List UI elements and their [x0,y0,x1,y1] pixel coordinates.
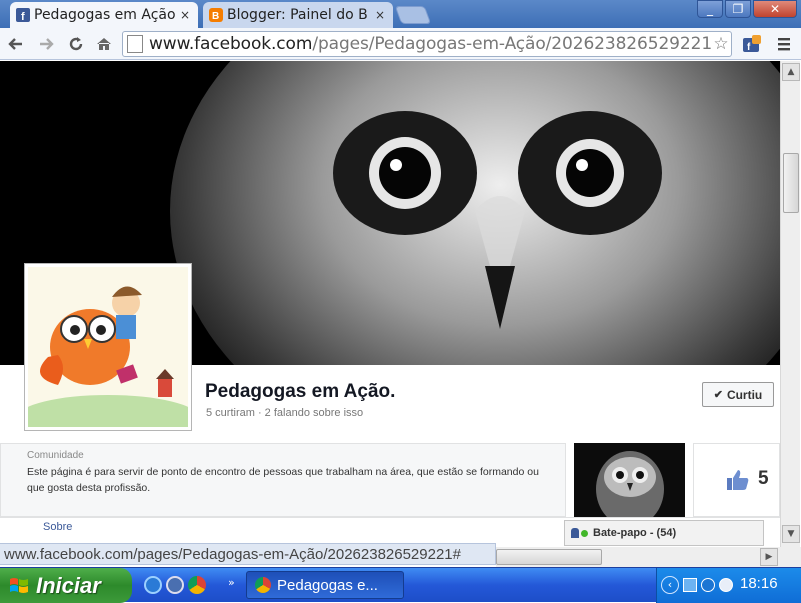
horizontal-scrollbar-thumb[interactable] [496,549,602,565]
about-link[interactable]: Sobre [43,521,72,533]
minimize-button[interactable]: _ [697,0,723,18]
scrollbar-thumb[interactable] [783,153,799,213]
task-title: Pedagogas e... [277,576,378,594]
page-viewport: Pedagogas em Ação. 5 curtiram · 2 faland… [0,61,780,547]
close-window-button[interactable]: ✕ [753,0,797,18]
liked-label: Curtiu [726,387,763,402]
security-icon[interactable] [719,578,733,592]
likes-box[interactable]: 5 [693,443,780,517]
messenger-icon[interactable] [701,578,715,592]
chrome-icon[interactable] [188,576,206,594]
network-icon[interactable] [683,578,697,592]
tab-close-icon[interactable]: × [178,8,192,22]
browser-toolbar: www.facebook.com/pages/Pedagogas-em-Ação… [0,28,801,60]
check-icon: ✔ [713,389,723,401]
chat-bar[interactable]: Bate-papo - (54) [564,520,764,546]
vertical-scrollbar[interactable]: ▲ ▼ [780,61,800,547]
scroll-down-icon[interactable]: ▼ [782,525,800,543]
status-bar: www.facebook.com/pages/Pedagogas-em-Ação… [0,543,496,565]
media-player-icon[interactable] [166,576,184,594]
windows-flag-icon [10,577,28,593]
page-stats: 5 curtiram · 2 falando sobre isso [206,407,364,419]
svg-text:f: f [21,11,25,22]
taskbar-chrome-window[interactable]: Pedagogas e... [246,571,404,599]
blogger-favicon: B [209,8,223,22]
svg-text:B: B [212,11,219,22]
owl-photo-image [574,443,685,517]
tab-close-icon[interactable]: × [373,8,387,22]
profile-picture[interactable] [18,263,198,439]
menu-icon[interactable] [772,32,796,56]
ie-icon[interactable] [144,576,162,594]
reload-icon[interactable] [64,32,88,56]
page-category: Comunidade [27,450,84,461]
new-tab-button[interactable] [394,6,432,24]
chrome-icon [255,577,271,593]
horizontal-scrollbar[interactable]: ▶ [496,547,780,567]
window-controls: _ ❐ ✕ [695,0,797,18]
maximize-button[interactable]: ❐ [725,0,751,18]
start-button[interactable]: Iniciar [0,568,132,603]
start-label: Iniciar [36,572,101,598]
tab-pedagogas[interactable]: f Pedagogas em Ação × [10,2,198,28]
extension-icon[interactable]: f [740,32,764,56]
thumbs-up-icon [727,470,749,490]
chat-label: Bate-papo - (54) [593,527,677,539]
facebook-favicon: f [16,8,30,22]
photo-thumbnail[interactable] [574,443,685,517]
tray-expand-icon[interactable]: ‹ [661,576,679,594]
browser-titlebar: f Pedagogas em Ação × B Blogger: Painel … [0,0,801,28]
back-arrow-icon[interactable] [4,32,28,56]
liked-button[interactable]: ✔ Curtiu [702,382,774,407]
address-bar[interactable]: www.facebook.com/pages/Pedagogas-em-Ação… [122,31,732,57]
home-icon[interactable] [92,32,116,56]
owl-illustration-image [18,267,198,439]
person-icon [571,528,579,538]
taskbar: Iniciar » Pedagogas e... ‹ 18:16 [0,567,801,603]
system-tray: ‹ [656,568,801,603]
page-description: Este página é para servir de ponto de en… [27,466,539,494]
clock: 18:16 [740,575,778,592]
scroll-right-icon[interactable]: ▶ [760,548,778,566]
url-text[interactable]: www.facebook.com/pages/Pedagogas-em-Ação… [149,34,711,54]
likes-count: 5 [758,468,769,489]
forward-arrow-icon[interactable] [34,32,58,56]
tab-title: Pedagogas em Ação [34,7,176,23]
tab-title: Blogger: Painel do B [227,7,368,23]
scrollbar-corner [780,547,801,567]
scroll-up-icon[interactable]: ▲ [782,63,800,81]
star-icon[interactable]: ☆ [711,34,731,54]
online-dot-icon [581,529,588,537]
tab-blogger[interactable]: B Blogger: Painel do B × [203,2,393,28]
page-icon [127,35,143,53]
quicklaunch-overflow-icon[interactable]: » [228,576,235,589]
page-title: Pedagogas em Ação. [205,381,396,402]
about-box: Comunidade Este página é para servir de … [0,443,566,517]
